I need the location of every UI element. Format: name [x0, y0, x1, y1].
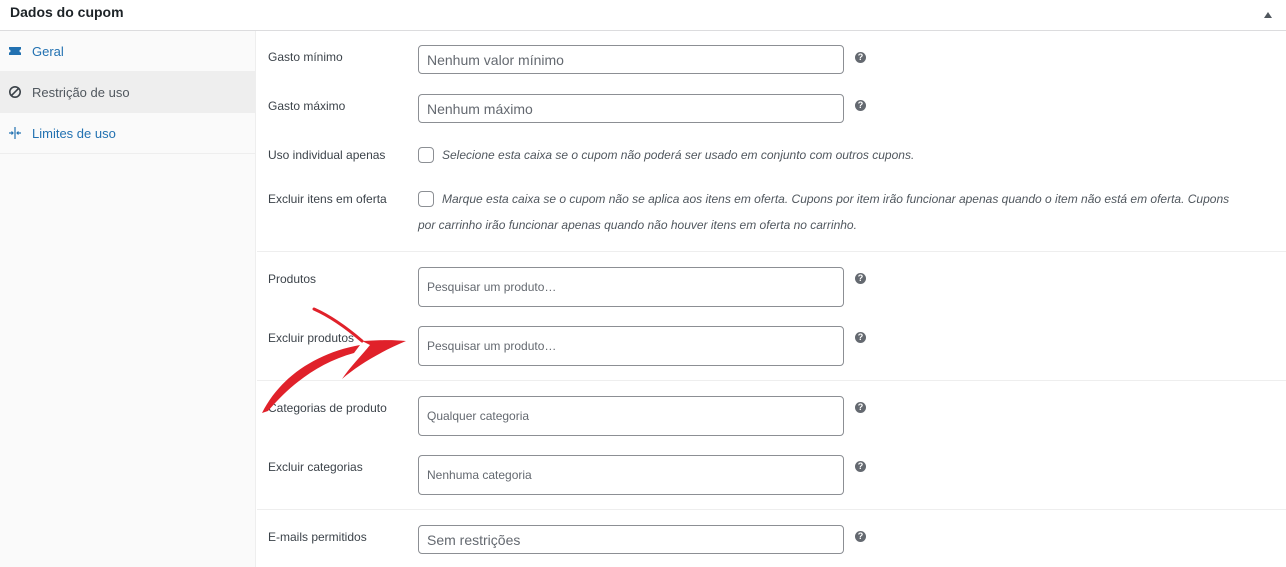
panel-title: Dados do cupom — [10, 4, 124, 20]
usage-restriction-panel: Gasto mínimo Nenhum valor mínimo ? Gasto… — [257, 31, 1286, 567]
help-icon[interactable]: ? — [855, 332, 866, 343]
product-categories-label: Categorias de produto — [268, 401, 387, 415]
tab-usage-restriction[interactable]: Restrição de uso — [0, 72, 255, 113]
products-search-input[interactable]: Pesquisar um produto… — [418, 267, 844, 307]
tab-usage-limits-label: Limites de uso — [32, 126, 116, 141]
maximum-spend-label: Gasto máximo — [268, 99, 346, 113]
products-label: Produtos — [268, 272, 317, 286]
help-icon[interactable]: ? — [855, 52, 866, 63]
maximum-spend-placeholder: Nenhum máximo — [427, 100, 533, 117]
exclude-sale-items-label: Excluir itens em oferta — [268, 192, 387, 206]
exclude-categories-input[interactable]: Nenhuma categoria — [418, 455, 844, 495]
sidebar-tabs: Geral Restrição de uso Limites de uso — [0, 31, 256, 567]
panel-header: Dados do cupom — [0, 0, 1286, 31]
section-divider — [257, 380, 1286, 381]
exclude-sale-items-description-line1: Marque esta caixa se o cupom não se apli… — [442, 192, 1230, 206]
product-categories-input[interactable]: Qualquer categoria — [418, 396, 844, 436]
ticket-icon — [9, 47, 21, 55]
tab-usage-restriction-label: Restrição de uso — [32, 85, 130, 100]
help-icon[interactable]: ? — [855, 273, 866, 284]
maximum-spend-input[interactable]: Nenhum máximo — [418, 94, 844, 123]
products-placeholder: Pesquisar um produto… — [427, 280, 557, 294]
individual-use-description: Selecione esta caixa se o cupom não pode… — [442, 148, 915, 162]
section-divider — [257, 251, 1286, 252]
help-icon[interactable]: ? — [855, 461, 866, 472]
tab-general-label: Geral — [32, 44, 64, 59]
limits-icon — [9, 127, 21, 139]
exclude-categories-placeholder: Nenhuma categoria — [427, 468, 532, 482]
minimum-spend-placeholder: Nenhum valor mínimo — [427, 51, 564, 68]
exclude-sale-items-checkbox[interactable] — [418, 191, 434, 207]
exclude-sale-items-description-line2: por carrinho irão funcionar apenas quand… — [418, 218, 857, 232]
section-divider — [257, 509, 1286, 510]
collapse-arrow-icon[interactable] — [1264, 12, 1272, 18]
minimum-spend-label: Gasto mínimo — [268, 50, 343, 64]
exclude-categories-label: Excluir categorias — [268, 460, 363, 474]
individual-use-label: Uso individual apenas — [268, 148, 386, 162]
allowed-emails-placeholder: Sem restrições — [427, 531, 521, 548]
minimum-spend-input[interactable]: Nenhum valor mínimo — [418, 45, 844, 74]
individual-use-checkbox[interactable] — [418, 147, 434, 163]
exclude-products-label: Excluir produtos — [268, 331, 355, 345]
allowed-emails-input[interactable]: Sem restrições — [418, 525, 844, 554]
help-icon[interactable]: ? — [855, 100, 866, 111]
allowed-emails-label: E-mails permitidos — [268, 530, 367, 544]
tab-usage-limits[interactable]: Limites de uso — [0, 113, 255, 154]
exclude-products-placeholder: Pesquisar um produto… — [427, 339, 557, 353]
help-icon[interactable]: ? — [855, 531, 866, 542]
exclude-products-search-input[interactable]: Pesquisar um produto… — [418, 326, 844, 366]
help-icon[interactable]: ? — [855, 402, 866, 413]
no-entry-icon — [9, 86, 21, 98]
tab-general[interactable]: Geral — [0, 31, 255, 72]
product-categories-placeholder: Qualquer categoria — [427, 409, 530, 423]
